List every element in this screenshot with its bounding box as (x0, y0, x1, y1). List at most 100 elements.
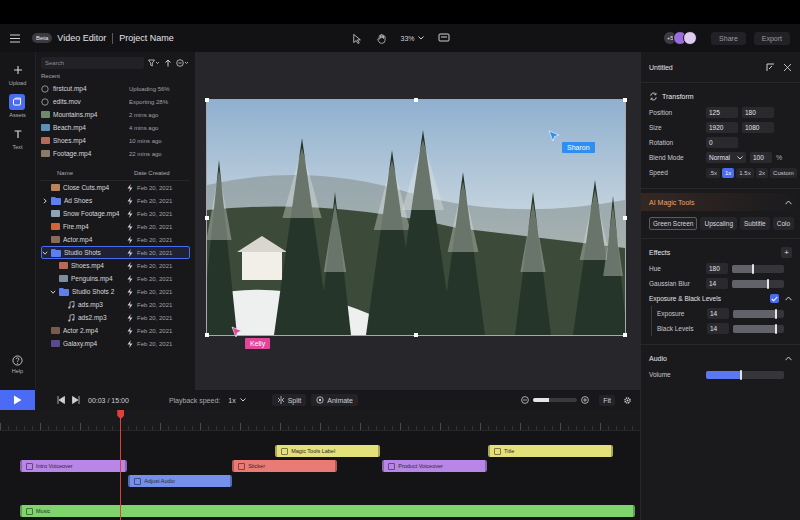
speed-option[interactable]: 1x (722, 168, 734, 178)
project-name[interactable]: Project Name (119, 33, 174, 43)
resize-handle[interactable] (623, 333, 627, 337)
value-field[interactable]: 1080 (742, 122, 774, 133)
slider-handle[interactable] (752, 264, 754, 274)
playhead[interactable] (120, 410, 121, 520)
effect-group-toggle[interactable] (770, 294, 779, 303)
timeline-clip[interactable]: Music (20, 505, 635, 517)
value-field[interactable]: 125 (706, 107, 738, 118)
collaborators[interactable]: +5 (663, 31, 697, 45)
file-row[interactable]: Penguins.mp4 Feb 20, 2021 (41, 272, 190, 285)
slider-handle[interactable] (767, 279, 769, 289)
file-row[interactable]: Actor 2.mp4 Feb 20, 2021 (41, 324, 190, 337)
volume-slider[interactable] (706, 371, 784, 379)
playback-speed-dropdown[interactable]: 1x (228, 397, 245, 404)
chevron-down-icon[interactable] (50, 289, 56, 295)
resize-handle[interactable] (623, 98, 627, 102)
file-row[interactable]: Ad Shoes Feb 20, 2021 (41, 194, 190, 207)
add-effect-button[interactable]: + (781, 247, 792, 258)
file-row[interactable]: Actor.mp4 Feb 20, 2021 (41, 233, 190, 246)
chevron-up-icon[interactable] (785, 200, 792, 205)
zoom-slider[interactable] (533, 398, 577, 402)
ai-tool-chip[interactable]: Green Screen (649, 217, 697, 230)
search-field[interactable]: Search (41, 57, 144, 69)
resize-handle[interactable] (205, 216, 209, 220)
speed-option[interactable]: .5x (706, 168, 720, 178)
file-row[interactable]: Close Cuts.mp4 Feb 20, 2021 (41, 181, 190, 194)
zoom-in-icon[interactable] (581, 396, 589, 404)
recent-item[interactable]: edits.mov Exporting 28% (41, 95, 190, 108)
recent-item[interactable]: Footage.mp4 22 mins ago (41, 147, 190, 160)
chevron-up-icon[interactable] (785, 356, 792, 361)
speed-option[interactable]: 2x (756, 168, 768, 178)
slider-handle[interactable] (775, 324, 777, 334)
rail-item[interactable]: Text (10, 126, 26, 150)
file-row[interactable]: Shoes.mp4 Feb 20, 2021 (41, 259, 190, 272)
blend-mode-dropdown[interactable]: Normal (706, 152, 746, 163)
play-button[interactable] (0, 390, 35, 410)
rail-item[interactable]: Assets (9, 94, 26, 118)
zoom-out-icon[interactable] (521, 396, 529, 404)
chevron-right-icon[interactable] (42, 198, 48, 204)
file-row[interactable]: Fire.mp4 Feb 20, 2021 (41, 220, 190, 233)
slider-handle[interactable] (740, 370, 742, 380)
resize-handle[interactable] (205, 98, 209, 102)
value-field[interactable]: 14 (707, 308, 729, 319)
clip-title[interactable]: Untitled (649, 64, 673, 71)
speed-option[interactable]: 1.5x (736, 168, 753, 178)
value-field[interactable]: 0 (706, 137, 738, 148)
select-tool-button[interactable] (351, 33, 362, 44)
slider-track[interactable] (732, 265, 784, 273)
column-header[interactable]: Date Created (134, 170, 190, 176)
ai-tool-chip[interactable]: Upscaling (700, 217, 737, 230)
recent-item[interactable]: Mountains.mp4 2 mins ago (41, 108, 190, 121)
timeline-clip[interactable]: Product Voiceover (382, 460, 487, 472)
recent-item[interactable]: Beach.mp4 4 mins ago (41, 121, 190, 134)
header-button[interactable]: Export (754, 32, 790, 45)
file-row[interactable]: Snow Footage.mp4 Feb 20, 2021 (41, 207, 190, 220)
file-row[interactable]: ads2.mp3 Feb 20, 2021 (41, 311, 190, 324)
recent-item[interactable]: Shoes.mp4 10 mins ago (41, 134, 190, 147)
close-panel-icon[interactable] (783, 63, 792, 72)
timeline-clip[interactable]: Intro Voiceover (20, 460, 127, 472)
resize-handle[interactable] (205, 333, 209, 337)
ai-tool-chip[interactable]: Colo (773, 217, 794, 230)
collapse-icon[interactable] (766, 63, 775, 72)
timeline-clip[interactable]: Adjust Audio (128, 475, 232, 487)
column-header[interactable]: Name (41, 170, 134, 176)
timeline-settings-button[interactable] (623, 396, 632, 405)
time-ruler[interactable] (0, 410, 640, 431)
preview-button[interactable] (438, 33, 450, 43)
slider-track[interactable] (733, 325, 784, 333)
zoom-dropdown[interactable]: 33% (401, 35, 424, 42)
recent-item[interactable]: firstcut.mp4 Uploading 56% (41, 82, 190, 95)
value-field[interactable]: 180 (742, 107, 774, 118)
speed-option[interactable]: Custom (770, 168, 797, 178)
resize-handle[interactable] (414, 98, 418, 102)
value-field[interactable]: 1920 (706, 122, 738, 133)
timeline-action-button[interactable]: Split (272, 394, 307, 406)
value-field[interactable]: 14 (706, 278, 728, 289)
ai-tool-chip[interactable]: Subtitle (740, 217, 770, 230)
collaborator-avatar[interactable] (683, 31, 697, 45)
skip-forward-button[interactable] (72, 396, 80, 404)
chevron-up-icon[interactable] (785, 296, 792, 301)
file-row[interactable]: ads.mp3 Feb 20, 2021 (41, 298, 190, 311)
value-field[interactable]: 180 (706, 263, 728, 274)
timeline-clip[interactable]: Magic Tools Label (275, 445, 380, 457)
slider-track[interactable] (733, 310, 784, 318)
slider-handle[interactable] (775, 309, 777, 319)
help-button[interactable]: Help (12, 355, 23, 374)
value-field[interactable]: 14 (707, 323, 729, 334)
resize-handle[interactable] (414, 333, 418, 337)
video-frame[interactable] (207, 100, 625, 335)
file-row[interactable]: Studio Shots Feb 20, 2021 (41, 246, 190, 259)
timeline-action-button[interactable]: Animate (311, 394, 358, 406)
opacity-field[interactable]: 100 (750, 152, 772, 163)
rail-item[interactable]: Upload (9, 62, 26, 86)
file-row[interactable]: Galaxy.mp4 Feb 20, 2021 (41, 337, 190, 350)
skip-back-button[interactable] (57, 396, 65, 404)
file-row[interactable]: Studio Shots 2 Feb 20, 2021 (41, 285, 190, 298)
slider-track[interactable] (732, 280, 784, 288)
hand-tool-button[interactable] (376, 33, 387, 44)
fit-button[interactable]: Fit (599, 395, 615, 406)
